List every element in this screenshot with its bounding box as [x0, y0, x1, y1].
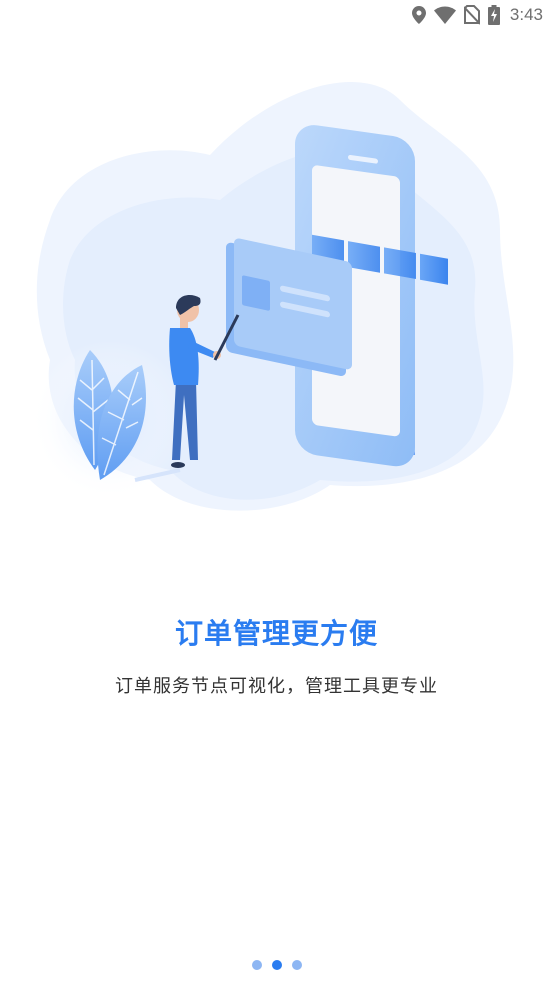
page-dot-1[interactable]	[251, 960, 262, 970]
wifi-icon	[433, 6, 456, 24]
no-sim-icon	[463, 5, 480, 25]
page-dot-3[interactable]	[291, 960, 302, 970]
onboarding-subtitle: 订单服务节点可视化，管理工具更专业	[115, 676, 438, 697]
status-bar: 3:43	[0, 0, 553, 30]
onboarding-screen: 3:43 订单管理更方便 订单服务节点可视化，管理工具更专业	[0, 0, 553, 983]
battery-charging-icon	[487, 5, 500, 25]
location-icon	[411, 6, 426, 24]
page-dot-2-active[interactable]	[271, 960, 282, 970]
onboarding-title: 订单管理更方便	[174, 617, 378, 650]
page-indicator	[0, 960, 553, 970]
status-time: 3:43	[509, 5, 543, 24]
person-pointing-at-phone-illustration	[30, 60, 530, 540]
